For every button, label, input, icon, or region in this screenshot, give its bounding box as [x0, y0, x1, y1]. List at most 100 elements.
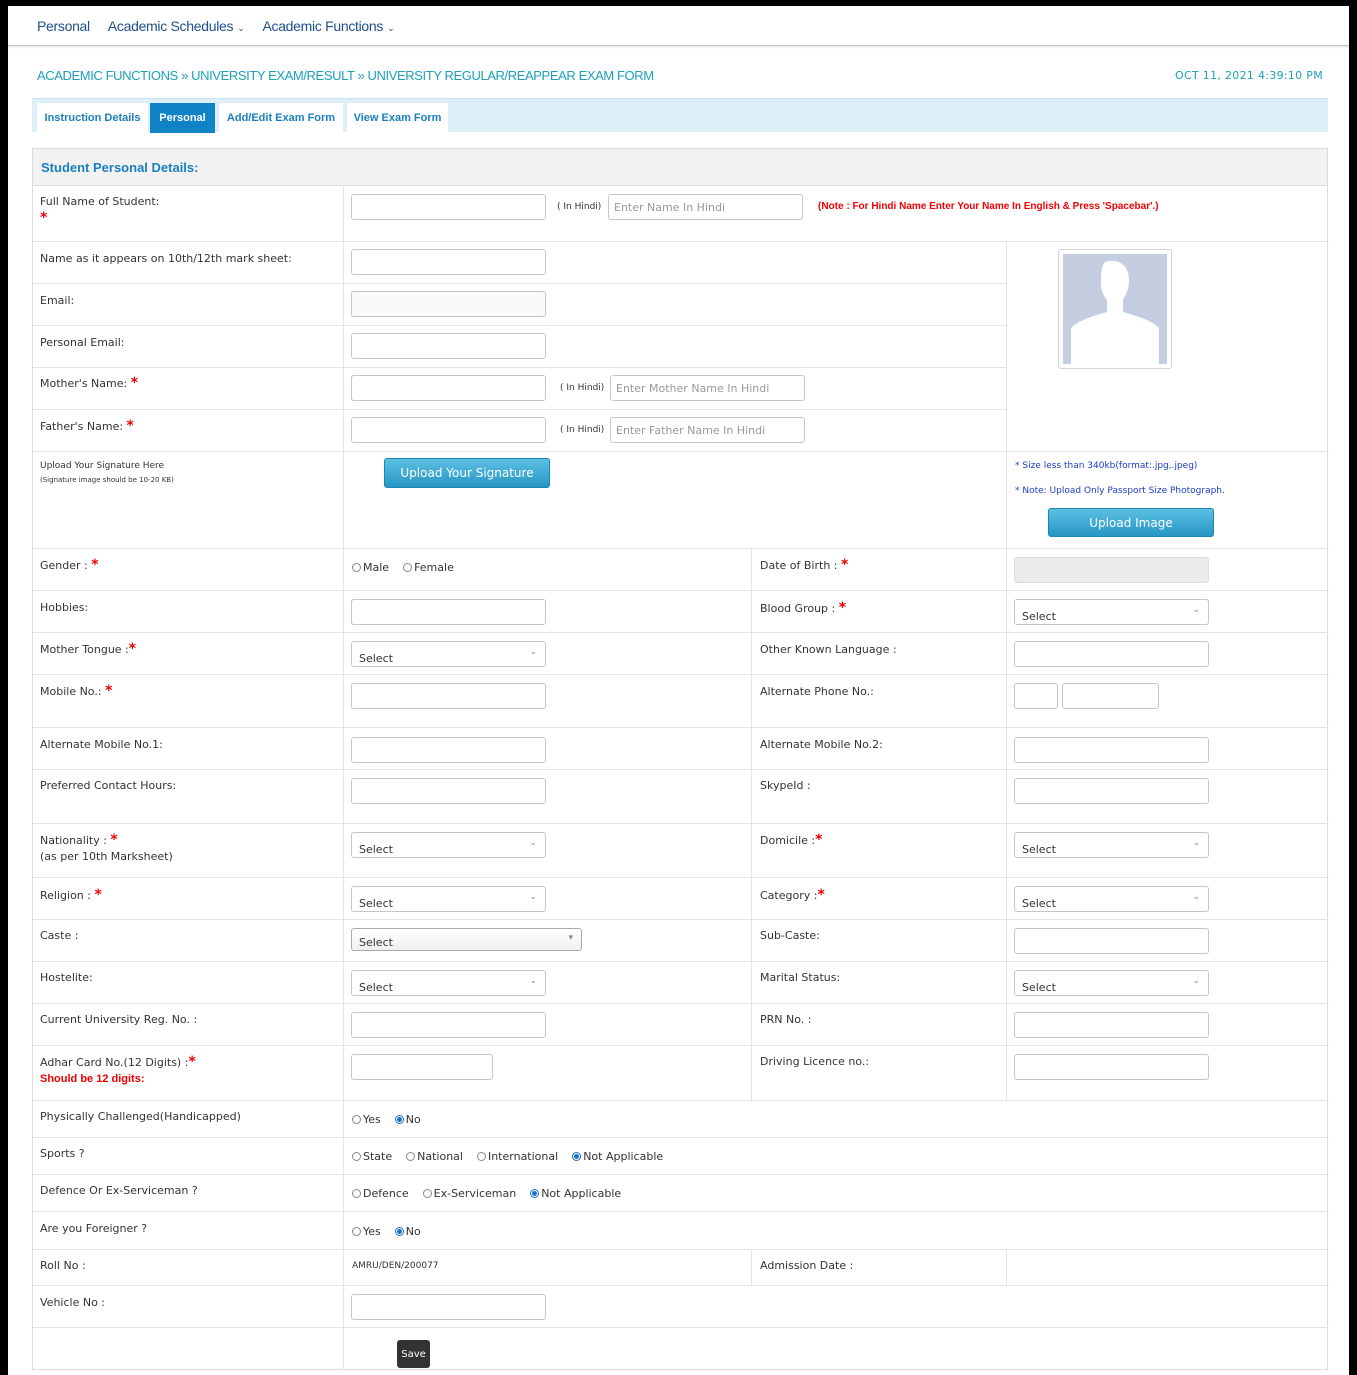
- univ-reg-input[interactable]: [351, 1012, 546, 1038]
- row-divider: [33, 283, 1006, 284]
- hostelite-select[interactable]: Select ⌄: [351, 970, 546, 996]
- name-hindi-input[interactable]: Enter Name In Hindi: [608, 194, 803, 220]
- mother-name-input[interactable]: [351, 375, 546, 401]
- required-mark: *: [841, 557, 849, 573]
- nav-academic-functions[interactable]: Academic Functions ⌄: [262, 18, 394, 34]
- sports-national-radio[interactable]: National: [406, 1150, 463, 1163]
- sports-not-applicable-radio[interactable]: Not Applicable: [572, 1150, 663, 1163]
- radio-icon: [352, 1227, 361, 1236]
- personal-email-field[interactable]: [351, 333, 546, 359]
- father-name-input[interactable]: [351, 417, 546, 443]
- chevron-down-icon: ⌄: [1192, 976, 1200, 986]
- nav-academic-schedules-label: Academic Schedules: [107, 17, 234, 34]
- sports-label: Sports ?: [40, 1147, 85, 1160]
- skype-input[interactable]: [1014, 778, 1209, 804]
- row-divider: [33, 590, 1329, 591]
- domicile-select[interactable]: Select ⌄: [1014, 832, 1209, 858]
- nationality-select[interactable]: Select ⌄: [351, 832, 546, 858]
- defence-label: Defence Or Ex-Serviceman ?: [40, 1184, 198, 1197]
- chevron-down-icon: ⌄: [529, 976, 537, 986]
- alt-mobile1-input[interactable]: [351, 737, 546, 763]
- defence-radio[interactable]: Defence: [352, 1187, 409, 1200]
- dob-label: Date of Birth : *: [760, 557, 848, 574]
- alt-phone-label: Alternate Phone No.:: [760, 685, 874, 698]
- radio-label: International: [487, 1150, 559, 1163]
- father-name-text: Father's Name:: [40, 420, 124, 433]
- row-divider: [33, 409, 1006, 410]
- radio-label: No: [405, 1113, 421, 1126]
- ex-serviceman-radio[interactable]: Ex-Serviceman: [422, 1187, 516, 1200]
- sports-international-radio[interactable]: International: [476, 1150, 559, 1163]
- full-name-input[interactable]: [351, 194, 546, 220]
- contact-hours-input[interactable]: [351, 778, 546, 804]
- blood-group-select[interactable]: Select ⌄: [1014, 599, 1209, 625]
- sports-state-radio[interactable]: State: [352, 1150, 392, 1163]
- religion-text: Religion :: [40, 889, 91, 902]
- tab-add-edit-exam-form[interactable]: Add/Edit Exam Form: [219, 103, 343, 133]
- required-mark: *: [94, 887, 102, 903]
- prn-label: PRN No. :: [760, 1013, 812, 1026]
- full-name-text: Full Name of Student:: [40, 195, 160, 208]
- sub-caste-input[interactable]: [1014, 928, 1209, 954]
- nav-academic-schedules[interactable]: Academic Schedules ⌄: [108, 18, 245, 34]
- email-field[interactable]: [351, 291, 546, 317]
- other-language-input[interactable]: [1014, 641, 1209, 667]
- alt-phone-number-input[interactable]: [1062, 683, 1159, 709]
- category-select[interactable]: Select ⌄: [1014, 886, 1209, 912]
- alt-phone-code-input[interactable]: [1014, 683, 1058, 709]
- gender-male-radio[interactable]: Male: [352, 561, 389, 574]
- adhar-text: Adhar Card No.(12 Digits) :: [40, 1056, 189, 1069]
- radio-label: No: [405, 1225, 421, 1238]
- radio-label: Defence: [363, 1187, 409, 1200]
- defence-not-applicable-radio[interactable]: Not Applicable: [530, 1187, 621, 1200]
- defence-radio-group: Defence Ex-Serviceman Not Applicable: [352, 1187, 635, 1200]
- tab-personal[interactable]: Personal: [150, 103, 215, 133]
- religion-select[interactable]: Select ⌄: [351, 886, 546, 912]
- handicapped-yes-radio[interactable]: Yes: [352, 1113, 381, 1126]
- gender-female-radio[interactable]: Female: [403, 561, 454, 574]
- handicapped-label: Physically Challenged(Handicapped): [40, 1110, 241, 1123]
- photo-size-note: * Size less than 340kb(format:.jpg,.jpeg…: [1015, 461, 1198, 471]
- row-divider: [33, 632, 1329, 633]
- marital-select[interactable]: Select ⌄: [1014, 970, 1209, 996]
- hobbies-input[interactable]: [351, 599, 546, 625]
- required-mark: *: [130, 375, 139, 391]
- upload-image-button[interactable]: Upload Image: [1048, 508, 1214, 537]
- nationality-text: Nationality :: [40, 834, 107, 847]
- prn-input[interactable]: [1014, 1012, 1209, 1038]
- foreigner-yes-radio[interactable]: Yes: [352, 1225, 381, 1238]
- select-value: Select: [359, 843, 393, 856]
- hindi-note: (Note : For Hindi Name Enter Your Name I…: [818, 201, 1159, 212]
- alt-mobile2-input[interactable]: [1014, 737, 1209, 763]
- select-value: Select: [1022, 981, 1056, 994]
- chevron-down-icon: ⌄: [1192, 838, 1200, 848]
- mobile-input[interactable]: [351, 683, 546, 709]
- tab-view-exam-form[interactable]: View Exam Form: [347, 103, 448, 133]
- row-divider: [33, 1285, 1329, 1286]
- vehicle-no-input[interactable]: [351, 1294, 546, 1320]
- marksheet-name-input[interactable]: [351, 249, 546, 275]
- nav-personal[interactable]: Personal: [37, 18, 90, 34]
- row-divider: [33, 1174, 1329, 1175]
- row-divider: [33, 548, 1329, 549]
- sub-caste-label: Sub-Caste:: [760, 929, 820, 942]
- mother-tongue-select[interactable]: Select ⌄: [351, 641, 546, 667]
- mother-hindi-input[interactable]: Enter Mother Name In Hindi: [610, 375, 805, 401]
- adhar-input[interactable]: [351, 1054, 493, 1080]
- handicapped-no-radio[interactable]: No: [394, 1113, 421, 1126]
- caste-select[interactable]: Select ▾: [351, 928, 582, 951]
- foreigner-no-radio[interactable]: No: [394, 1225, 421, 1238]
- upload-signature-button[interactable]: Upload Your Signature: [384, 458, 550, 488]
- dob-input[interactable]: [1014, 557, 1209, 583]
- father-hindi-input[interactable]: Enter Father Name In Hindi: [610, 417, 805, 443]
- signature-title: Upload Your Signature Here: [40, 461, 165, 471]
- required-mark: *: [817, 887, 825, 903]
- radio-label: National: [417, 1150, 463, 1163]
- tab-instruction-details[interactable]: Instruction Details: [37, 103, 148, 133]
- nationality-label: Nationality : * (as per 10th Marksheet): [40, 832, 173, 865]
- save-button[interactable]: Save: [397, 1340, 430, 1368]
- gender-label: Gender : *: [40, 557, 99, 574]
- licence-input[interactable]: [1014, 1054, 1209, 1080]
- chevron-down-icon: ⌄: [529, 647, 537, 657]
- mobile-label: Mobile No.: *: [40, 683, 112, 700]
